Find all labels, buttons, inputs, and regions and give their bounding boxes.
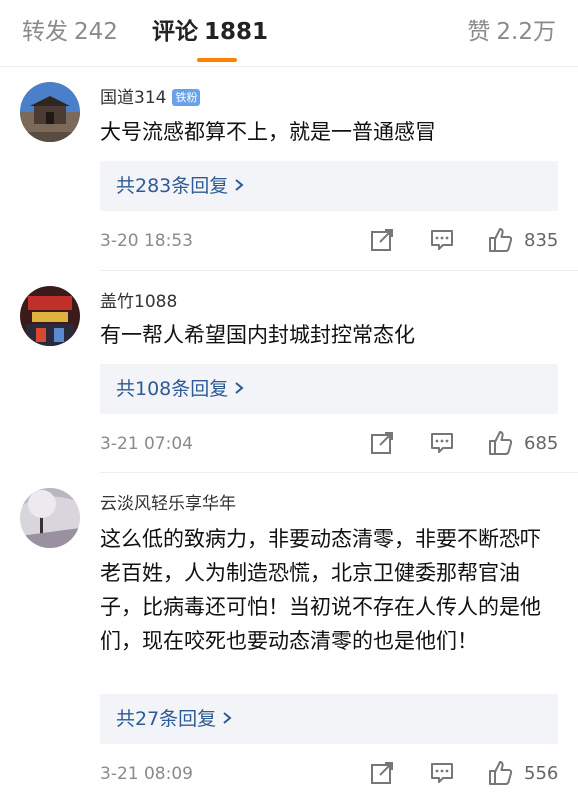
comment-meta: 3-20 18:53 835: [100, 226, 558, 256]
username-text: 云淡风轻乐享华年: [100, 494, 236, 514]
replies-label: 共283条回复: [116, 173, 244, 199]
tab-comments-label: 评论: [152, 19, 198, 45]
fan-badge: 铁粉: [172, 89, 201, 106]
tab-likes-label: 赞: [467, 19, 491, 45]
comment-time: 3-21 07:04: [100, 434, 193, 454]
active-tab-indicator: [197, 58, 237, 62]
comment-meta: 3-21 07:04 685: [100, 429, 558, 459]
thumbs-up-icon: [486, 429, 514, 457]
reply-icon[interactable]: [428, 759, 456, 787]
comment-text: 有一帮人希望国内封城封控常态化: [100, 323, 415, 347]
comment-time: 3-21 08:09: [100, 764, 193, 784]
comment-meta: 3-21 08:09 556: [100, 759, 558, 789]
replies-label: 共27条回复: [116, 706, 232, 732]
tab-likes[interactable]: 赞 2.2万: [467, 16, 556, 48]
replies-label: 共108条回复: [116, 376, 244, 402]
tab-likes-count: 2.2万: [496, 19, 556, 45]
share-icon[interactable]: [368, 429, 396, 457]
avatar-photo-icon: [20, 82, 80, 142]
comment-divider: [100, 270, 578, 271]
username[interactable]: 盖竹1088: [100, 290, 177, 314]
comment-divider: [100, 472, 578, 473]
avatar[interactable]: [20, 286, 80, 346]
chevron-right-icon: [222, 708, 232, 730]
avatar[interactable]: [20, 488, 80, 548]
comment-text: 大号流感都算不上，就是一普通感冒: [100, 120, 436, 144]
tab-repost-label: 转发: [22, 19, 68, 45]
reply-icon[interactable]: [428, 226, 456, 254]
chevron-right-icon: [234, 378, 244, 400]
like-count: 556: [524, 763, 559, 784]
comment-text: 这么低的致病力，非要动态清零，非要不断恐吓老百姓，人为制造恐慌，北京卫健委那帮官…: [100, 527, 541, 653]
thumbs-up-icon: [486, 759, 514, 787]
comment-time: 3-20 18:53: [100, 231, 193, 251]
avatar-photo-icon: [20, 286, 80, 346]
username-text: 国道314: [100, 88, 167, 108]
replies-link[interactable]: 共283条回复: [100, 161, 558, 211]
tab-comments[interactable]: 评论 1881: [152, 16, 268, 48]
username-text: 盖竹1088: [100, 292, 178, 312]
reply-icon[interactable]: [428, 429, 456, 457]
tab-comments-count: 1881: [204, 19, 269, 45]
replies-count-text: 共27条回复: [116, 708, 217, 730]
replies-link[interactable]: 共108条回复: [100, 364, 558, 414]
thumbs-up-icon: [486, 226, 514, 254]
chevron-right-icon: [234, 175, 244, 197]
comment-tab-bar: 转发 242 评论 1881 赞 2.2万: [0, 0, 578, 67]
replies-link[interactable]: 共27条回复: [100, 694, 558, 744]
avatar-photo-icon: [20, 488, 80, 548]
tab-repost[interactable]: 转发 242: [22, 16, 118, 48]
username[interactable]: 国道314 铁粉: [100, 86, 201, 110]
replies-count-text: 共283条回复: [116, 175, 229, 197]
avatar[interactable]: [20, 82, 80, 142]
username[interactable]: 云淡风轻乐享华年: [100, 492, 236, 516]
like-count: 685: [524, 433, 559, 454]
replies-count-text: 共108条回复: [116, 378, 229, 400]
tab-repost-count: 242: [74, 19, 118, 45]
share-icon[interactable]: [368, 759, 396, 787]
like-count: 835: [524, 230, 559, 251]
share-icon[interactable]: [368, 226, 396, 254]
